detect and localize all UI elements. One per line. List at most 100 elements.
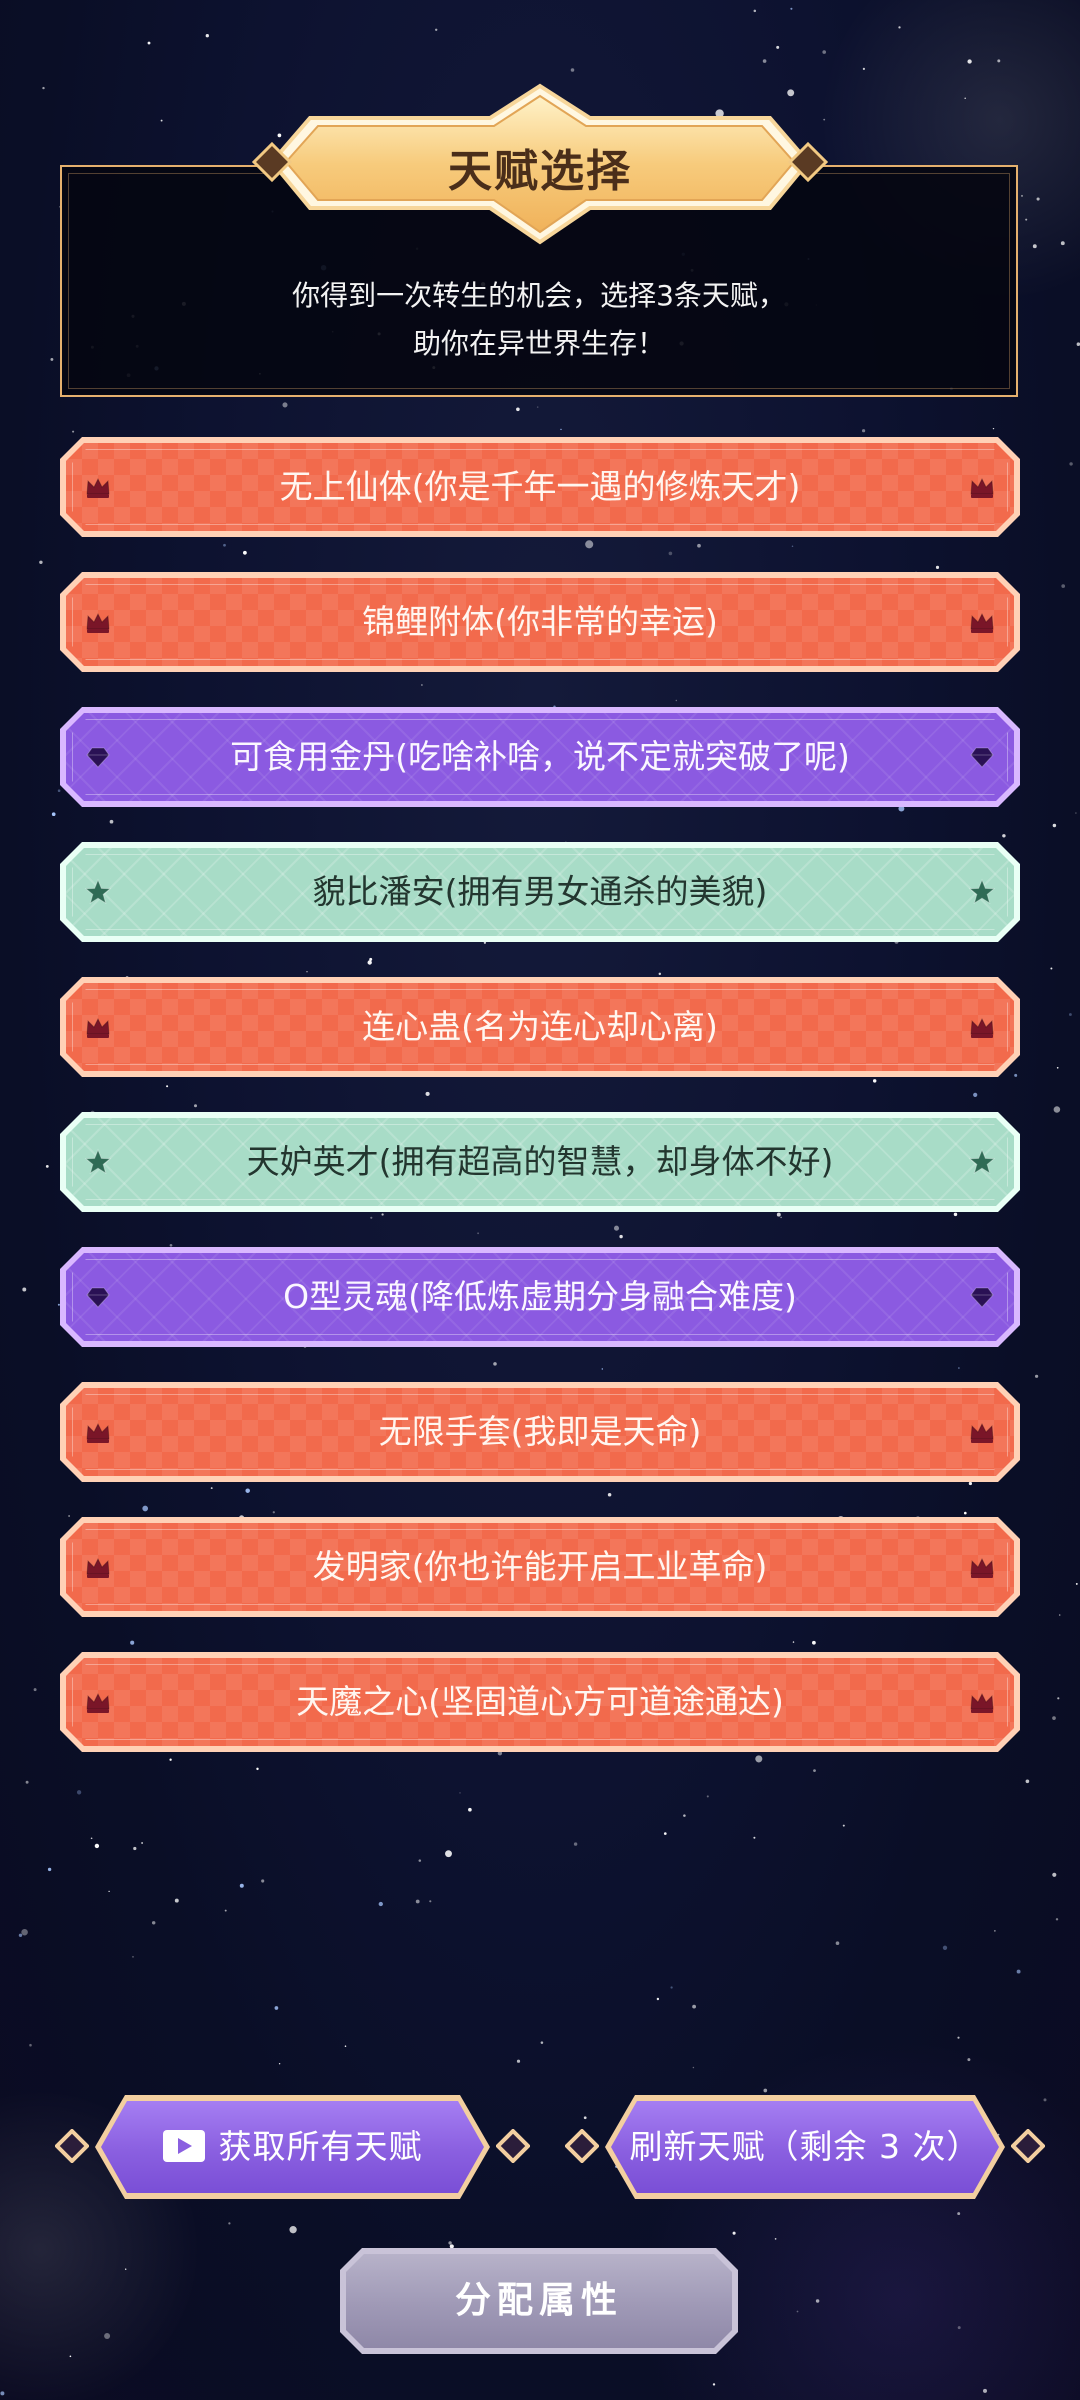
get-all-talents-button[interactable]: 获取所有天赋 — [95, 2095, 490, 2199]
diamond-icon — [968, 1283, 996, 1311]
star — [516, 2059, 521, 2063]
star — [459, 1792, 461, 1794]
star-icon — [968, 1148, 996, 1176]
star — [753, 1836, 756, 1839]
crown-icon — [968, 1553, 996, 1581]
star — [133, 1846, 137, 1851]
star — [536, 406, 539, 408]
star — [45, 1165, 49, 1168]
star — [47, 1867, 52, 1872]
talent-option[interactable]: 貌比潘安(拥有男女通杀的美貌) — [60, 842, 1020, 942]
talent-option[interactable]: 无限手套(我即是天命) — [60, 1382, 1020, 1482]
star — [1068, 1013, 1072, 1016]
star — [76, 1790, 82, 1795]
star — [42, 86, 45, 90]
crown-icon — [84, 1553, 112, 1581]
star — [763, 2088, 768, 2093]
star — [1069, 462, 1073, 466]
talent-label: 发明家(你也许能开启工业革命) — [312, 1547, 768, 1586]
star — [656, 1997, 660, 2001]
star — [1075, 812, 1077, 814]
description-line-1: 你得到一次转生的机会，选择3条天赋， — [292, 279, 786, 312]
star — [1076, 342, 1080, 346]
talent-option[interactable]: 发明家(你也许能开启工业革命) — [60, 1517, 1020, 1617]
talent-label: O型灵魂(降低炼虚期分身融合难度) — [283, 1277, 797, 1316]
talent-label: 无限手套(我即是天命) — [378, 1412, 702, 1451]
star — [228, 2222, 231, 2225]
star — [862, 429, 866, 433]
star — [160, 119, 163, 122]
star — [670, 1986, 673, 1989]
star — [445, 1850, 452, 1858]
star — [1058, 1614, 1061, 1616]
star — [1050, 967, 1053, 970]
star — [560, 428, 562, 431]
star — [1036, 197, 1040, 201]
title-plaque: 天赋选择 — [230, 80, 850, 250]
star — [289, 2226, 297, 2234]
diamond-ornament-icon — [565, 2129, 599, 2163]
star — [21, 1928, 28, 1936]
star — [39, 560, 43, 565]
star — [776, 45, 780, 49]
star — [22, 1287, 27, 1292]
star — [1052, 1716, 1056, 1720]
crown-icon — [84, 608, 112, 636]
star — [516, 407, 520, 412]
diamond-icon — [84, 1283, 112, 1311]
star — [1025, 218, 1028, 221]
star — [842, 1824, 845, 1827]
crown-icon — [968, 608, 996, 636]
star — [1021, 194, 1023, 197]
crown-icon — [968, 473, 996, 501]
star — [790, 7, 793, 10]
talent-option[interactable]: 连心蛊(名为连心却心离) — [60, 977, 1020, 1077]
crown-icon — [84, 1418, 112, 1446]
star — [51, 812, 56, 817]
star — [1061, 584, 1066, 588]
star — [205, 34, 209, 38]
star — [90, 1837, 93, 1840]
talent-list: 无上仙体(你是千年一遇的修炼天才) 锦鲤附体(你非常的幸运) 可食用金丹(吃啥补啥，… — [60, 437, 1020, 1787]
star — [997, 59, 1001, 63]
star — [1055, 1918, 1059, 1921]
star — [141, 1842, 144, 1844]
talent-option[interactable]: 锦鲤附体(你非常的幸运) — [60, 572, 1020, 672]
allocate-attributes-button[interactable]: 分配属性 — [340, 2248, 738, 2354]
star — [132, 1956, 134, 1958]
talent-option[interactable]: 无上仙体(你是千年一遇的修炼天才) — [60, 437, 1020, 537]
star — [957, 2036, 960, 2039]
crown-icon — [84, 1013, 112, 1041]
crown-icon — [84, 473, 112, 501]
star — [25, 1780, 29, 1784]
talent-option[interactable]: 天妒英才(拥有超高的智慧，却身体不好) — [60, 1112, 1020, 1212]
crown-icon — [84, 1688, 112, 1716]
star — [278, 2063, 281, 2065]
star — [29, 2043, 32, 2047]
page-title: 天赋选择 — [448, 146, 632, 197]
star — [224, 1909, 227, 1912]
star — [706, 1795, 709, 1798]
refresh-talents-button[interactable]: 刷新天赋（剩余 3 次） — [605, 2095, 1005, 2199]
star — [378, 1901, 383, 1907]
star — [983, 2388, 987, 2393]
star — [1016, 1969, 1021, 1974]
star — [429, 1900, 432, 1903]
star — [957, 2326, 961, 2330]
talent-option[interactable]: 天魔之心(坚固道心方可道途通达) — [60, 1652, 1020, 1752]
star — [72, 430, 75, 433]
refresh-talents-button-wrap: 刷新天赋（剩余 3 次） — [565, 2095, 1045, 2199]
star — [151, 1921, 156, 1925]
star — [692, 2066, 695, 2069]
talent-option[interactable]: 可食用金丹(吃啥补啥，说不定就突破了呢) — [60, 707, 1020, 807]
star — [957, 2212, 961, 2216]
star — [964, 97, 966, 99]
talent-option[interactable]: O型灵魂(降低炼虚期分身融合难度) — [60, 1247, 1020, 1347]
crown-icon — [968, 1688, 996, 1716]
talent-label: 锦鲤附体(你非常的幸运) — [362, 602, 718, 641]
star — [344, 2045, 347, 2047]
star — [815, 2299, 820, 2303]
star — [683, 1814, 686, 1817]
star — [967, 2058, 971, 2062]
get-all-talents-text: 获取所有天赋 — [218, 2127, 423, 2166]
